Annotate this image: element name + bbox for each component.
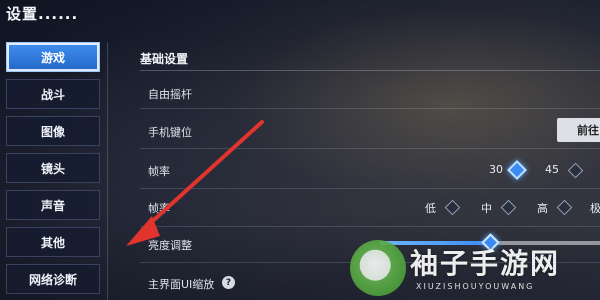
sidebar-item-game[interactable]: 游戏 (6, 42, 100, 72)
sidebar-divider (107, 42, 108, 300)
row-divider (140, 148, 600, 149)
key-mapping-label: 手机键位 (148, 126, 192, 139)
sidebar-item-combat[interactable]: 战斗 (6, 79, 100, 109)
frame-rate-label: 帧率 (148, 165, 170, 178)
section-divider (140, 70, 600, 71)
row-divider (140, 188, 600, 189)
sidebar-item-graphics[interactable]: 图像 (6, 116, 100, 146)
help-icon[interactable]: ? (222, 276, 235, 289)
page-title: 设置...... (6, 5, 79, 23)
free-joystick-label: 自由摇杆 (148, 88, 192, 101)
frame-rate-option-45-label: 45 (545, 163, 559, 176)
sidebar-item-other[interactable]: 其他 (6, 227, 100, 257)
watermark-logo-icon (350, 240, 406, 296)
quality-option-high-label: 高 (537, 202, 548, 215)
watermark-text: 袖子手游网 (410, 247, 561, 280)
row-divider (140, 226, 600, 227)
brightness-label: 亮度调整 (148, 239, 192, 252)
quality-label: 帧率 (148, 202, 170, 215)
sidebar-item-network-diagnostics[interactable]: 网络诊断 (6, 264, 100, 294)
watermark-subtext: XIUZISHOUYOUWANG (416, 282, 535, 291)
sidebar-item-sound[interactable]: 声音 (6, 190, 100, 220)
ui-scale-label: 主界面UI缩放 (148, 278, 215, 291)
quality-option-ultra-label: 极 (590, 202, 600, 215)
quality-option-medium-label: 中 (481, 202, 492, 215)
key-mapping-goto-button[interactable]: 前往 (557, 118, 600, 142)
sidebar-item-camera[interactable]: 镜头 (6, 153, 100, 183)
frame-rate-option-30-label: 30 (489, 163, 503, 176)
section-title: 基础设置 (140, 52, 189, 66)
row-divider (140, 108, 600, 109)
quality-option-low-label: 低 (425, 202, 436, 215)
